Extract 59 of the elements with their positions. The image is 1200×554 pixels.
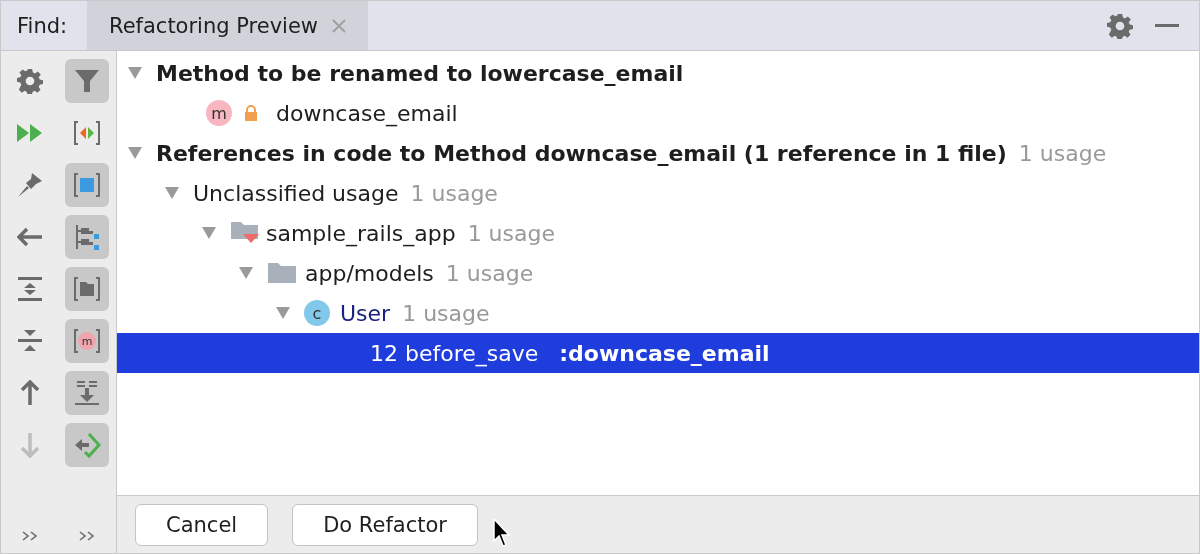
tree-row[interactable]: Method to be renamed to lowercase_email (117, 53, 1199, 93)
usage-count: 1 usage (402, 300, 490, 326)
more-icon[interactable] (78, 531, 95, 541)
tree-node-label: Method to be renamed to lowercase_email (156, 60, 684, 86)
toggle-button[interactable]: m (64, 319, 109, 363)
up-arrow-icon[interactable] (19, 380, 40, 406)
expand-arrow-icon[interactable] (201, 226, 217, 240)
cursor-icon (493, 518, 513, 548)
cancel-button[interactable]: Cancel (135, 503, 269, 546)
tree-node-label: References in code to Method downcase_email (1 reference in 1 file) (156, 140, 1007, 166)
folder-icon (267, 260, 297, 286)
tree-row[interactable]: c User 1 usage (117, 293, 1199, 333)
selected-tree-row[interactable]: 12 before_save :downcase_email (117, 333, 1199, 373)
lock-icon (244, 105, 258, 121)
tab[interactable]: Refactoring Preview (87, 1, 368, 50)
tree-row[interactable]: m downcase_email (117, 93, 1199, 133)
tree-node-label: sample_rails_app (266, 220, 456, 246)
find-label: Find: (16, 12, 69, 40)
left-arrow-icon[interactable] (16, 227, 43, 247)
toggle-button[interactable] (64, 371, 109, 415)
expand-all-icon[interactable] (17, 275, 42, 303)
tree-node-label: Unclassified usage (193, 180, 399, 206)
collapse-all-icon[interactable] (17, 328, 42, 354)
tree-row[interactable]: References in code to Method downcase_email (1 reference in 1 file) 1 usage (117, 133, 1199, 173)
expand-arrow-icon[interactable] (127, 146, 143, 160)
usage-count: 1 usage (467, 220, 555, 246)
usage-count: 1 usage (1018, 140, 1107, 166)
toggle-button[interactable] (64, 59, 109, 103)
toggle-button[interactable] (64, 163, 109, 207)
rerun-icon[interactable] (15, 123, 44, 143)
toggle-button[interactable] (64, 423, 109, 467)
expand-arrow-icon[interactable] (164, 186, 180, 200)
class-icon: c (304, 300, 330, 326)
diff-icon (72, 119, 101, 147)
settings-icon[interactable] (1107, 12, 1133, 39)
tree-node-label: 12 before_save :downcase_email (370, 340, 770, 366)
expand-arrow-icon[interactable] (127, 66, 143, 80)
tree-row[interactable]: sample_rails_app 1 usage (117, 213, 1199, 253)
tree-row[interactable]: Unclassified usage 1 usage (117, 173, 1199, 213)
import-icon (72, 379, 101, 407)
settings-icon[interactable] (16, 68, 43, 94)
tree-row[interactable]: app/models 1 usage (117, 253, 1199, 293)
refactor-button[interactable]: Do Refactor (292, 503, 478, 546)
tree-node-label: downcase_email (276, 100, 458, 126)
usage-count: 1 usage (410, 180, 498, 206)
toggle-button[interactable] (64, 215, 109, 259)
usage-count: 1 usage (445, 260, 534, 286)
expand-arrow-icon[interactable] (275, 306, 291, 320)
expand-arrow-icon[interactable] (238, 266, 254, 280)
more-icon[interactable] (21, 531, 38, 541)
filter-icon (72, 67, 101, 95)
pin-icon[interactable] (15, 171, 44, 199)
toggle-button[interactable] (64, 267, 109, 311)
method-icon: m (206, 100, 232, 126)
minimize-icon[interactable] (1155, 23, 1179, 28)
tree-node-label: User (340, 300, 391, 326)
scope-icon (72, 171, 101, 199)
tree-node-label: app/models (305, 260, 434, 286)
folder-scope-icon (72, 275, 101, 303)
